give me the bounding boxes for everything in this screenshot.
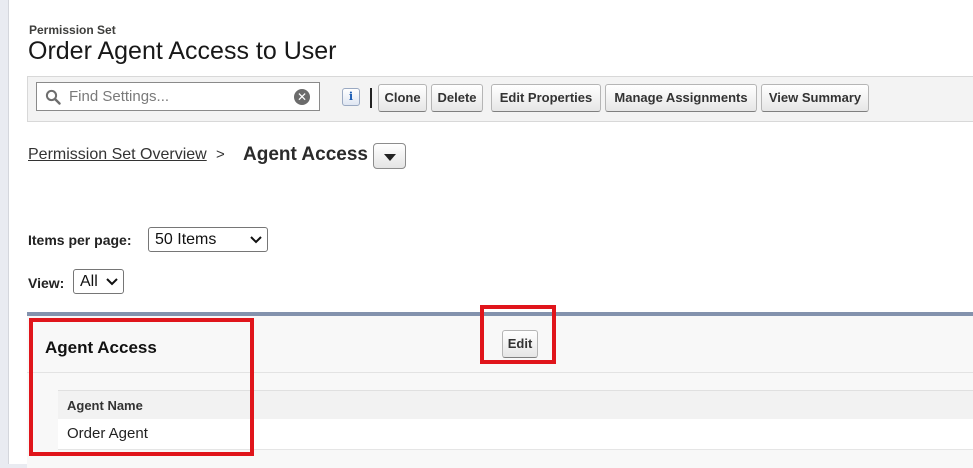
page-kicker: Permission Set xyxy=(29,23,116,37)
items-per-page-value: 50 Items xyxy=(155,231,217,248)
breadcrumb-permission-set-overview[interactable]: Permission Set Overview xyxy=(28,146,207,164)
edit-properties-button[interactable]: Edit Properties xyxy=(491,84,601,112)
breadcrumb-separator: > xyxy=(216,146,225,163)
chevron-down-icon xyxy=(106,278,118,286)
caret-down-icon xyxy=(384,154,396,161)
clear-search-icon[interactable]: ✕ xyxy=(294,89,310,105)
info-icon[interactable]: i xyxy=(342,88,360,106)
view-label: View: xyxy=(28,275,65,291)
breadcrumb-current: Agent Access xyxy=(243,144,368,165)
page: Permission Set Order Agent Access to Use… xyxy=(8,0,973,468)
section-highlight-box xyxy=(29,318,254,456)
items-per-page-select[interactable]: 50 Items xyxy=(148,227,268,252)
manage-assignments-button[interactable]: Manage Assignments xyxy=(605,84,757,112)
search-icon xyxy=(45,89,61,105)
view-select[interactable]: All xyxy=(73,269,124,294)
delete-button[interactable]: Delete xyxy=(431,84,483,112)
view-value: All xyxy=(80,273,98,290)
search-box[interactable]: ✕ xyxy=(36,82,320,111)
view-summary-button[interactable]: View Summary xyxy=(761,84,869,112)
toolbar: ✕ i Clone Delete Edit Properties Manage … xyxy=(27,76,973,122)
section-switcher-button[interactable] xyxy=(373,143,406,169)
edit-highlight-box xyxy=(480,305,556,364)
toolbar-separator xyxy=(370,88,372,108)
chevron-down-icon xyxy=(250,236,262,244)
clone-button[interactable]: Clone xyxy=(378,84,427,112)
items-per-page-label: Items per page: xyxy=(28,232,132,248)
page-title: Order Agent Access to User xyxy=(28,37,337,65)
search-input[interactable] xyxy=(69,86,289,106)
